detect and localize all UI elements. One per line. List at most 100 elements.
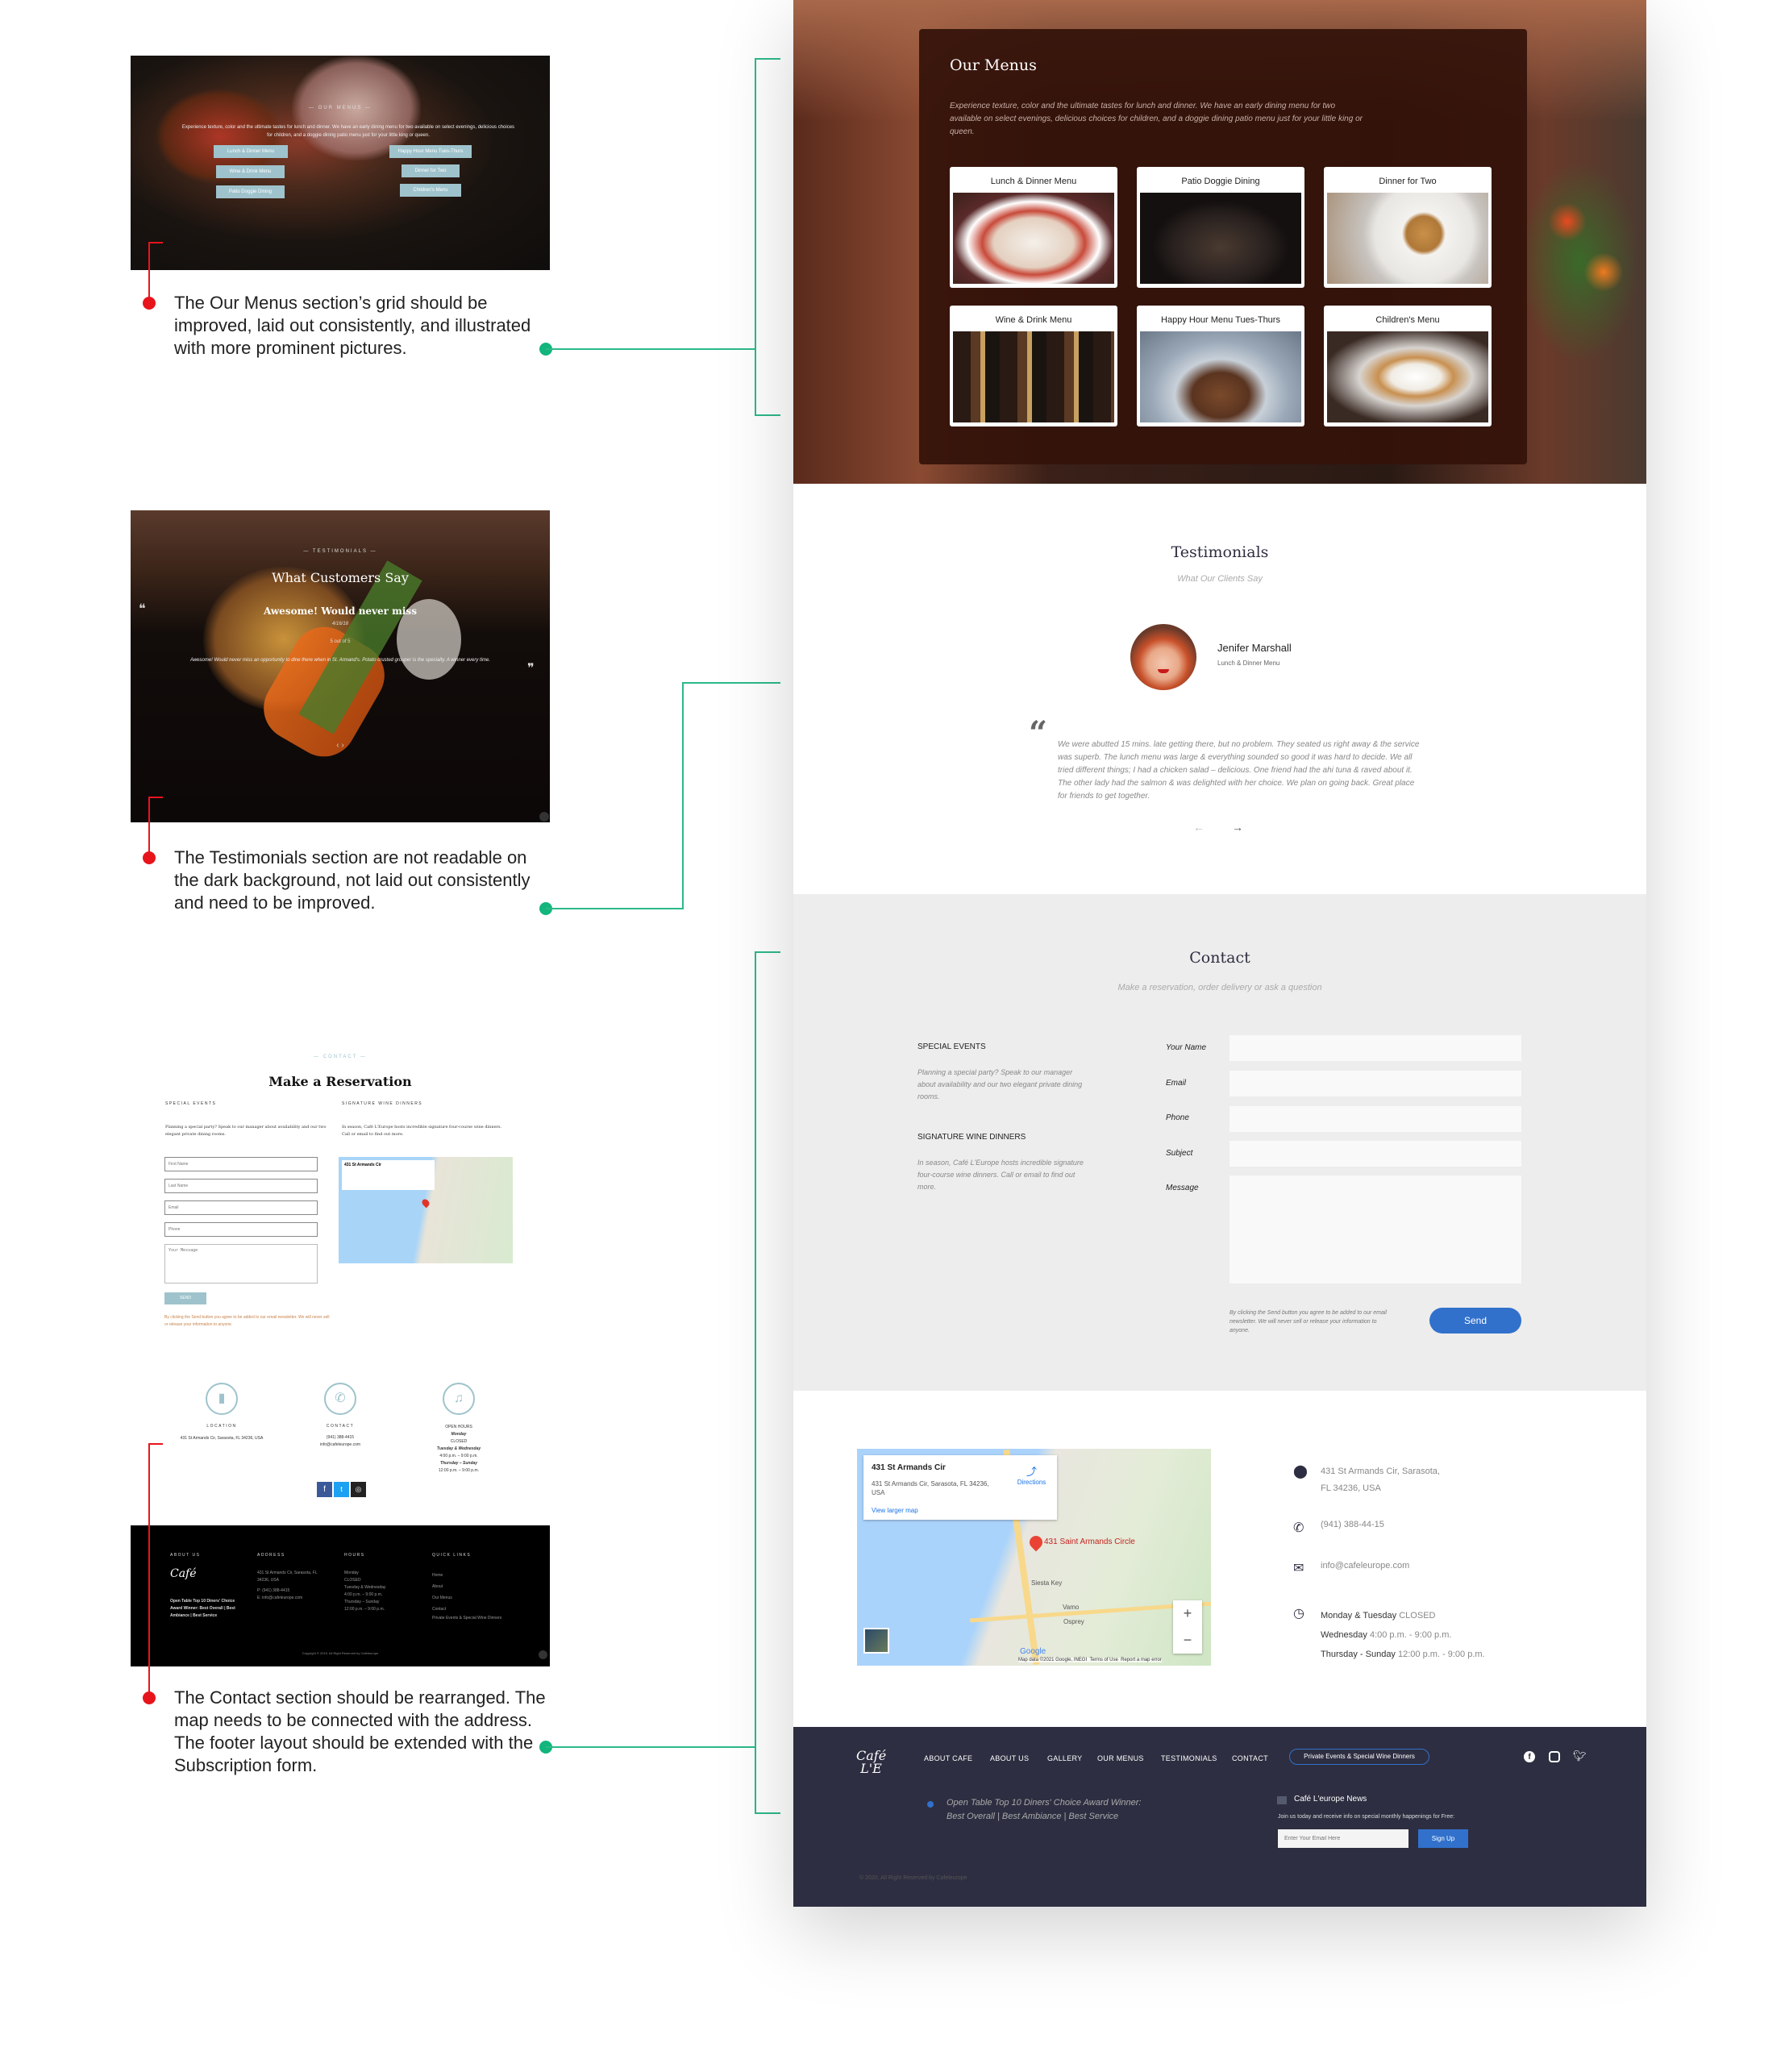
view-larger-map-link[interactable]: View larger map	[872, 1507, 918, 1514]
carousel-arrows[interactable]: ‹ ›	[131, 741, 550, 750]
old-menu-button[interactable]: Happy Hour Menu Tues-Thurs	[389, 145, 472, 158]
old-footer-link[interactable]: About	[432, 1581, 509, 1592]
old-special-events-heading: SPECIAL EVENTS	[165, 1101, 217, 1106]
menu-card[interactable]: Children's Menu	[1324, 306, 1492, 426]
old-menu-button[interactable]: Lunch & Dinner Menu	[214, 145, 288, 158]
menus-overlay: Our Menus Experience texture, color and …	[919, 29, 1527, 464]
footer-nav-testimonials[interactable]: TESTIMONIALS	[1161, 1754, 1217, 1762]
instagram-icon[interactable]	[1549, 1751, 1560, 1762]
map-town: Siesta Key	[1031, 1579, 1063, 1587]
scroll-top-icon[interactable]	[539, 812, 549, 822]
footer-nav-about-us[interactable]: ABOUT US	[990, 1754, 1029, 1762]
old-menu-button[interactable]: Wine & Drink Menu	[216, 165, 285, 178]
satellite-toggle[interactable]	[863, 1628, 889, 1654]
footer-nav-our-menus[interactable]: OUR MENUS	[1097, 1754, 1144, 1762]
old-footer-address: 431 St Armands Cir, Sarasota, FL 34236, …	[257, 1571, 318, 1583]
twitter-icon[interactable]: t	[334, 1482, 349, 1497]
old-menus-text: Experience texture, color and the ultima…	[181, 125, 515, 138]
menu-card-image	[1327, 331, 1488, 422]
email-input[interactable]	[1230, 1071, 1521, 1096]
hours-day: Wednesday	[1321, 1630, 1367, 1640]
connector-line	[546, 908, 683, 909]
annotation-marker	[143, 851, 156, 864]
old-footer-copyright: Copyright © 2019, All Right Reserved by …	[302, 1651, 379, 1655]
old-disclaimer: By clicking the Send button you agree to…	[164, 1315, 330, 1327]
old-footer-link[interactable]: Private Events & Special Wine Dinners	[432, 1615, 509, 1621]
directions-button[interactable]: ⤴ Directions	[1013, 1463, 1050, 1486]
old-map[interactable]: 431 St Armands Cir	[339, 1157, 513, 1263]
private-events-button[interactable]: Private Events & Special Wine Dinners	[1289, 1749, 1429, 1765]
prev-arrow-icon[interactable]: ←	[1193, 821, 1205, 834]
facebook-icon[interactable]: f	[1524, 1751, 1535, 1762]
google-logo: Google	[1020, 1647, 1046, 1656]
old-last-name-input[interactable]	[164, 1179, 318, 1193]
old-hours-label: OPEN HOURS	[445, 1425, 472, 1429]
address-line: FL 34236, USA	[1321, 1483, 1381, 1493]
scroll-top-icon[interactable]	[539, 1650, 547, 1659]
facebook-icon[interactable]: f	[317, 1482, 332, 1497]
menu-card[interactable]: Lunch & Dinner Menu	[950, 167, 1117, 288]
menu-card-title: Children's Menu	[1375, 315, 1440, 325]
zoom-in-button[interactable]: +	[1173, 1600, 1202, 1627]
menu-card-image	[1327, 193, 1488, 284]
connector-line	[546, 1746, 755, 1748]
old-email-input[interactable]	[164, 1200, 318, 1215]
old-footer-heading: HOURS	[344, 1553, 365, 1558]
send-button[interactable]: Send	[1429, 1308, 1521, 1333]
old-footer-link[interactable]: Home	[432, 1570, 509, 1581]
zoom-control[interactable]: + −	[1173, 1600, 1202, 1654]
old-footer-link[interactable]: Our Menus	[432, 1592, 509, 1604]
old-message-input[interactable]	[164, 1244, 318, 1284]
old-footer-heading: ADDRESS	[257, 1553, 285, 1558]
menus-description: Experience texture, color and the ultima…	[950, 102, 1363, 136]
special-events-text: Planning a special party? Speak to our m…	[917, 1068, 1083, 1100]
contact-subtitle: Make a reservation, order delivery or as…	[1117, 983, 1322, 992]
old-contact-thumbnail: — CONTACT — Make a Reservation SPECIAL E…	[131, 1032, 550, 1666]
newsletter-email-input[interactable]	[1278, 1829, 1408, 1848]
award-categories: Best Overall | Best Ambiance | Best Serv…	[947, 1812, 1119, 1821]
menu-card[interactable]: Patio Doggie Dining	[1137, 167, 1304, 288]
menu-card[interactable]: Wine & Drink Menu	[950, 306, 1117, 426]
cafe-logo[interactable]: Café L'E	[856, 1750, 886, 1775]
map-report-link[interactable]: Report a map error	[1121, 1658, 1162, 1662]
newsletter-title: Café L'europe News	[1294, 1795, 1367, 1804]
menu-card-title: Lunch & Dinner Menu	[990, 177, 1077, 186]
old-phone: (941) 388-4415	[326, 1435, 355, 1440]
old-menu-button[interactable]: Patio Doggie Dining	[216, 185, 285, 198]
name-input[interactable]	[1230, 1035, 1521, 1061]
footer-nav-gallery[interactable]: GALLERY	[1047, 1754, 1082, 1762]
old-send-button[interactable]: SEND	[164, 1292, 206, 1304]
footer-nav-contact[interactable]: CONTACT	[1232, 1754, 1268, 1762]
footer-nav-about-cafe[interactable]: ABOUT CAFE	[924, 1754, 972, 1762]
old-phone-input[interactable]	[164, 1222, 318, 1237]
map-terms-link[interactable]: Terms of Use	[1089, 1658, 1117, 1662]
menu-card-image	[953, 331, 1114, 422]
twitter-icon[interactable]: 🐦︎	[1573, 1750, 1587, 1762]
old-menu-button[interactable]: Dinner for Two	[402, 164, 460, 177]
message-input[interactable]	[1230, 1175, 1521, 1284]
email-address[interactable]: info@cafeleurope.com	[1321, 1561, 1409, 1571]
old-menus-eyebrow: — OUR MENUS —	[308, 106, 372, 110]
old-first-name-input[interactable]	[164, 1157, 318, 1171]
hours-line: Tuesday & Wednesday	[436, 1446, 481, 1451]
connector-line	[755, 951, 780, 953]
menu-card[interactable]: Dinner for Two	[1324, 167, 1492, 288]
phone-input[interactable]	[1230, 1106, 1521, 1132]
map[interactable]: 431 St Armands Cir 431 St Armands Cir, S…	[857, 1449, 1211, 1666]
next-arrow-icon[interactable]: →	[1232, 821, 1243, 834]
copyright: © 2020, All Right Reserved by Cafeleurop…	[859, 1875, 967, 1881]
instagram-icon[interactable]: ◎	[351, 1482, 366, 1497]
subject-input[interactable]	[1230, 1141, 1521, 1167]
menu-card-title: Wine & Drink Menu	[995, 315, 1072, 325]
old-email: info@cafeleurope.com	[319, 1442, 361, 1447]
connector-line	[682, 682, 780, 684]
old-menu-button[interactable]: Children's Menu	[400, 184, 461, 197]
map-pin-label: 431 Saint Armands Circle	[1044, 1537, 1135, 1546]
old-footer-link[interactable]: Contact	[432, 1604, 509, 1615]
clock-icon: ◷	[1293, 1607, 1304, 1621]
annotation-text: The Contact section should be rearranged…	[174, 1687, 546, 1775]
menu-card[interactable]: Happy Hour Menu Tues-Thurs	[1137, 306, 1304, 426]
signup-button[interactable]: Sign Up	[1418, 1829, 1468, 1848]
zoom-out-button[interactable]: −	[1173, 1627, 1202, 1654]
hours-line: Thursday – Sunday	[439, 1461, 478, 1466]
